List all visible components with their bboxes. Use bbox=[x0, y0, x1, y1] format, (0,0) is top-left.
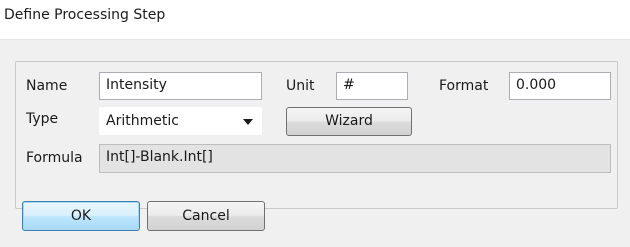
formula-label: Formula bbox=[26, 150, 83, 166]
ok-button[interactable]: OK bbox=[22, 201, 140, 231]
name-field[interactable]: Intensity bbox=[99, 72, 262, 100]
type-dropdown[interactable]: Arithmetic bbox=[99, 107, 262, 135]
window-title: Define Processing Step bbox=[4, 7, 166, 23]
format-label: Format bbox=[439, 78, 489, 94]
format-field[interactable]: 0.000 bbox=[509, 72, 611, 100]
processing-step-group: Name Intensity Unit # Format 0.000 Type … bbox=[15, 61, 618, 209]
title-bar: Define Processing Step bbox=[0, 0, 630, 40]
type-label: Type bbox=[26, 111, 59, 127]
cancel-button[interactable]: Cancel bbox=[147, 201, 265, 231]
dialog-body: Name Intensity Unit # Format 0.000 Type … bbox=[0, 40, 630, 247]
type-dropdown-value: Arithmetic bbox=[106, 113, 179, 129]
wizard-button[interactable]: Wizard bbox=[286, 107, 412, 136]
unit-field[interactable]: # bbox=[336, 72, 408, 100]
name-label: Name bbox=[26, 78, 68, 94]
chevron-down-icon bbox=[243, 119, 253, 125]
formula-field: Int[]-Blank.Int[] bbox=[99, 144, 611, 173]
unit-label: Unit bbox=[286, 78, 315, 94]
